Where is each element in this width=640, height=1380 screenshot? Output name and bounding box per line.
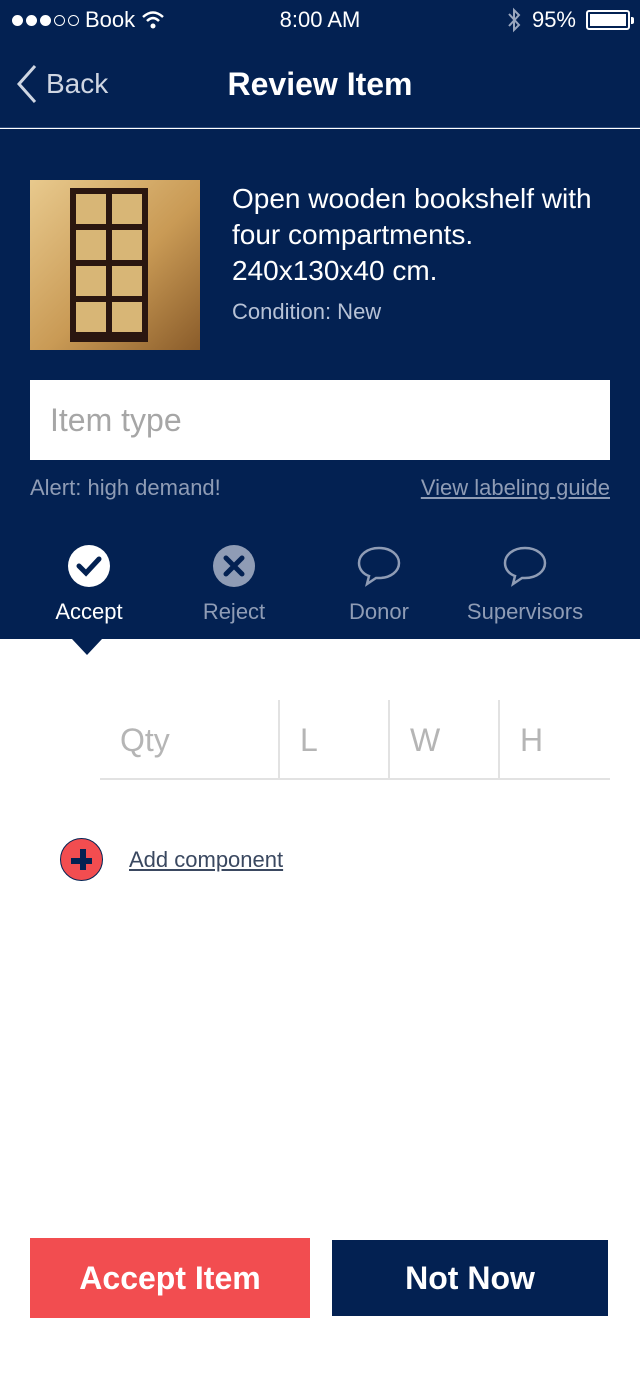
accept-item-button[interactable]: Accept Item <box>30 1238 310 1318</box>
width-field[interactable]: W <box>390 700 500 780</box>
add-component-button[interactable]: Add component <box>60 838 283 881</box>
tab-donor[interactable]: Donor <box>304 543 454 625</box>
nav-bar: Back Review Item <box>0 40 640 128</box>
plus-circle-icon <box>60 838 103 881</box>
status-bar: Book 8:00 AM 95% <box>0 0 640 40</box>
add-component-label: Add component <box>129 846 284 872</box>
battery-icon <box>586 10 634 30</box>
item-type-input[interactable] <box>30 380 610 460</box>
labeling-guide-link[interactable]: View labeling guide <box>421 475 610 501</box>
item-condition: Condition: New <box>232 299 382 324</box>
speech-bubble-icon <box>503 546 547 587</box>
height-field[interactable]: H <box>500 700 610 780</box>
tab-accept[interactable]: Accept <box>14 543 164 625</box>
item-photo <box>30 180 200 350</box>
status-right-group: 95% <box>506 7 634 33</box>
battery-percent: 95% <box>531 7 576 32</box>
length-field[interactable]: L <box>280 700 390 780</box>
tab-supervisors[interactable]: Supervisors <box>450 543 600 625</box>
speech-bubble-icon <box>357 546 401 587</box>
tab-label: Donor <box>349 599 409 624</box>
tab-label: Accept <box>55 599 123 624</box>
not-now-button[interactable]: Not Now <box>332 1240 608 1316</box>
bluetooth-icon <box>508 7 521 33</box>
tab-label: Supervisors <box>466 599 584 624</box>
tab-label: Reject <box>202 599 266 624</box>
qty-field[interactable]: Qty <box>100 700 280 780</box>
checkmark-circle-icon <box>68 545 110 587</box>
page-title: Review Item <box>227 66 413 102</box>
item-description: Open wooden bookshelf with four compartm… <box>232 183 592 286</box>
item-header: Open wooden bookshelf with four compartm… <box>0 129 640 639</box>
tab-reject[interactable]: Reject <box>159 543 309 625</box>
x-circle-icon <box>213 545 255 587</box>
dimensions-row: Qty L W H <box>100 700 610 780</box>
active-tab-pointer <box>72 639 102 655</box>
demand-alert: Alert: high demand! <box>30 475 221 500</box>
